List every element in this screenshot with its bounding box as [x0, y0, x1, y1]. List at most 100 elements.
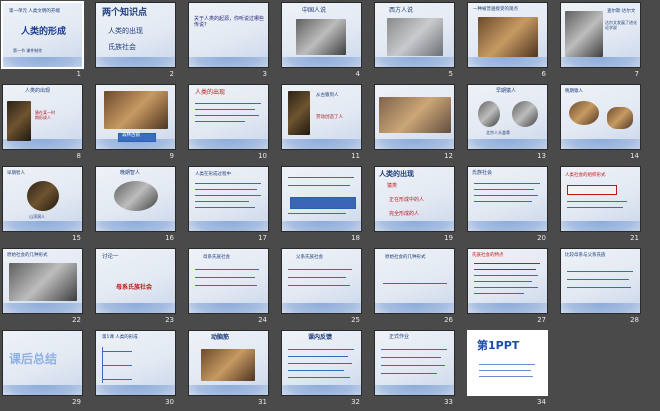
- slide-26-preview[interactable]: 原始社会的几种形式: [374, 248, 455, 314]
- slide-19-item: 正在形成中的人: [389, 197, 425, 203]
- slide-thumbnail-28[interactable]: 比较母系与父系氏族 28: [560, 248, 641, 329]
- slide-thumbnail-30[interactable]: 第1课 人类的形成 30: [95, 330, 176, 411]
- slide-thumbnail-31[interactable]: 动脑筋 31: [188, 330, 269, 411]
- slide-1-title: 人类的形成: [21, 27, 67, 37]
- slide-25-preview[interactable]: 父系氏族社会: [281, 248, 362, 314]
- slide-number-12: 12: [444, 152, 453, 160]
- slide-19-item: 猿类: [387, 183, 398, 189]
- slide-thumbnail-12[interactable]: 12: [374, 84, 455, 165]
- slide-thumbnail-25[interactable]: 父系氏族社会 25: [281, 248, 362, 329]
- slide-24-line: [195, 285, 257, 286]
- slide-25-title: 父系氏族社会: [296, 255, 323, 260]
- slide-33-preview[interactable]: 正式作业: [374, 330, 455, 396]
- slide-thumbnail-3[interactable]: 关于人类的起源，你听说过哪些传说? 3: [188, 2, 269, 83]
- slide-3-preview[interactable]: 关于人类的起源，你听说过哪些传说?: [188, 2, 269, 68]
- slide-thumbnail-14[interactable]: 晚期猿人 14: [560, 84, 641, 165]
- slide-16-preview[interactable]: 晚期智人: [95, 166, 176, 232]
- slide-thumbnail-32[interactable]: 课内反馈 32: [281, 330, 362, 411]
- slide-6-title: 一种被普遍接受的观点: [473, 7, 518, 12]
- slide-thumbnail-16[interactable]: 晚期智人 16: [95, 166, 176, 247]
- slide-thumbnail-2[interactable]: 两个知识点 人类的出现 氏族社会 2: [95, 2, 176, 83]
- slide-5-preview[interactable]: 西方人说: [374, 2, 455, 68]
- slide-17-line: [195, 201, 249, 202]
- slide-19-preview[interactable]: 人类的出现 猿类 正在形成中的人 完全形成的人: [374, 166, 455, 232]
- slide-28-line: [567, 279, 629, 280]
- slide-number-7: 7: [634, 70, 639, 78]
- slide-number-15: 15: [72, 234, 81, 242]
- slide-number-16: 16: [165, 234, 174, 242]
- slide-14-preview[interactable]: 晚期猿人: [560, 84, 641, 150]
- slide-thumbnail-21[interactable]: 人类社会的组织形式 21: [560, 166, 641, 247]
- slide-32-line: [288, 370, 344, 371]
- slide-34-preview[interactable]: 第1PPT: [467, 330, 548, 396]
- slide-34-logo-text: 第1PPT: [477, 339, 520, 352]
- slide-4-preview[interactable]: 中国人说: [281, 2, 362, 68]
- slide-33-title: 正式作业: [389, 334, 410, 340]
- slide-sorter-grid: 第一单元 人类文明的开端 人类的形成 第一节 课件制作 1 两个知识点 人类的出…: [0, 0, 660, 410]
- slide-thumbnail-7[interactable]: 查尔斯·达尔文 达尔文发展了进化论学说 7: [560, 2, 641, 83]
- slide-10-preview[interactable]: 人类的出现: [188, 84, 269, 150]
- slide-thumbnail-34[interactable]: 第1PPT 34: [467, 330, 548, 411]
- slide-28-preview[interactable]: 比较母系与父系氏族: [560, 248, 641, 314]
- slide-number-4: 4: [355, 70, 360, 78]
- slide-31-image: [201, 349, 255, 381]
- slide-thumbnail-15[interactable]: 早期智人 山顶洞人 15: [2, 166, 83, 247]
- slide-number-29: 29: [72, 398, 81, 406]
- slide-thumbnail-27[interactable]: 氏族社会的特点 27: [467, 248, 548, 329]
- slide-14-image: [607, 107, 633, 129]
- slide-32-preview[interactable]: 课内反馈: [281, 330, 362, 396]
- slide-30-title: 第1课 人类的形成: [102, 335, 138, 340]
- slide-6-preview[interactable]: 一种被普遍接受的观点: [467, 2, 548, 68]
- slide-thumbnail-1[interactable]: 第一单元 人类文明的开端 人类的形成 第一节 课件制作 1: [1, 1, 84, 83]
- slide-11-highlight: 劳动创造了人: [316, 115, 343, 120]
- slide-thumbnail-5[interactable]: 西方人说 5: [374, 2, 455, 83]
- slide-29-preview[interactable]: 课后总结: [2, 330, 83, 396]
- slide-27-preview[interactable]: 氏族社会的特点: [467, 248, 548, 314]
- slide-thumbnail-33[interactable]: 正式作业 33: [374, 330, 455, 411]
- slide-18-preview[interactable]: [281, 166, 362, 232]
- slide-11-preview[interactable]: 从古猿到人 劳动创造了人: [281, 84, 362, 150]
- slide-12-preview[interactable]: [374, 84, 455, 150]
- slide-30-preview[interactable]: 第1课 人类的形成: [95, 330, 176, 396]
- slide-1-preview[interactable]: 第一单元 人类文明的开端 人类的形成 第一节 课件制作: [1, 1, 84, 69]
- slide-thumbnail-4[interactable]: 中国人说 4: [281, 2, 362, 83]
- slide-thumbnail-9[interactable]: 森林古猿 9: [95, 84, 176, 165]
- slide-thumbnail-18[interactable]: 18: [281, 166, 362, 247]
- slide-thumbnail-20[interactable]: 氏族社会 20: [467, 166, 548, 247]
- slide-thumbnail-13[interactable]: 早期猿人 北京人头盖骨 13: [467, 84, 548, 165]
- slide-thumbnail-24[interactable]: 母系氏族社会 24: [188, 248, 269, 329]
- slide-10-title: 人类的出现: [195, 89, 226, 96]
- slide-20-preview[interactable]: 氏族社会: [467, 166, 548, 232]
- slide-17-preview[interactable]: 人类在形成过程中: [188, 166, 269, 232]
- slide-2-preview[interactable]: 两个知识点 人类的出现 氏族社会: [95, 2, 176, 68]
- slide-8-preview[interactable]: 人类的出现 猿在某一时期形成人: [2, 84, 83, 150]
- slide-thumbnail-29[interactable]: 课后总结 29: [2, 330, 83, 411]
- slide-thumbnail-17[interactable]: 人类在形成过程中 17: [188, 166, 269, 247]
- slide-15-preview[interactable]: 早期智人 山顶洞人: [2, 166, 83, 232]
- slide-22-preview[interactable]: 原始社会的几种形式: [2, 248, 83, 314]
- slide-9-preview[interactable]: 森林古猿: [95, 84, 176, 150]
- slide-thumbnail-6[interactable]: 一种被普遍接受的观点 6: [467, 2, 548, 83]
- slide-thumbnail-11[interactable]: 从古猿到人 劳动创造了人 11: [281, 84, 362, 165]
- slide-thumbnail-22[interactable]: 原始社会的几种形式 22: [2, 248, 83, 329]
- slide-2-item: 氏族社会: [108, 43, 136, 51]
- slide-23-preview[interactable]: 讨论一 母系氏族社会: [95, 248, 176, 314]
- slide-number-6: 6: [541, 70, 546, 78]
- slide-26-title: 原始社会的几种形式: [385, 255, 426, 260]
- slide-7-preview[interactable]: 查尔斯·达尔文 达尔文发展了进化论学说: [560, 2, 641, 68]
- slide-30-line: [102, 365, 132, 366]
- slide-27-line: [474, 269, 536, 270]
- slide-thumbnail-8[interactable]: 人类的出现 猿在某一时期形成人 8: [2, 84, 83, 165]
- slide-31-preview[interactable]: 动脑筋: [188, 330, 269, 396]
- slide-24-preview[interactable]: 母系氏族社会: [188, 248, 269, 314]
- slide-14-image: [569, 101, 599, 125]
- slide-13-preview[interactable]: 早期猿人 北京人头盖骨: [467, 84, 548, 150]
- slide-thumbnail-23[interactable]: 讨论一 母系氏族社会 23: [95, 248, 176, 329]
- slide-thumbnail-19[interactable]: 人类的出现 猿类 正在形成中的人 完全形成的人 19: [374, 166, 455, 247]
- slide-21-preview[interactable]: 人类社会的组织形式: [560, 166, 641, 232]
- slide-22-image: [9, 263, 77, 301]
- slide-13-caption: 北京人头盖骨: [486, 130, 510, 135]
- slide-thumbnail-26[interactable]: 原始社会的几种形式 26: [374, 248, 455, 329]
- slide-thumbnail-10[interactable]: 人类的出现 10: [188, 84, 269, 165]
- slide-11-title: 从古猿到人: [316, 93, 339, 98]
